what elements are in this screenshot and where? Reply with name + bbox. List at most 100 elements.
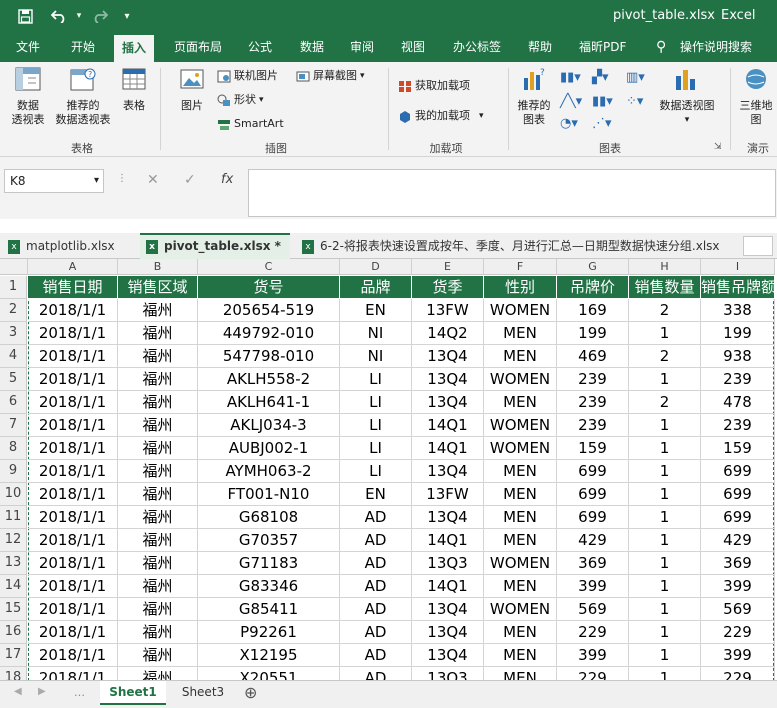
table-cell[interactable]: 569 <box>701 598 775 621</box>
table-cell[interactable]: 1 <box>629 460 701 483</box>
table-cell[interactable]: 2018/1/1 <box>28 368 118 391</box>
header-cell[interactable]: 品牌 <box>340 276 412 299</box>
table-cell[interactable]: 699 <box>701 506 775 529</box>
row-header[interactable]: 5 <box>0 368 27 391</box>
table-cell[interactable]: 399 <box>701 575 775 598</box>
table-cell[interactable]: MEN <box>484 575 557 598</box>
header-cell[interactable]: 销售吊牌额 <box>701 276 775 299</box>
table-cell[interactable]: MEN <box>484 644 557 667</box>
table-cell[interactable]: WOMEN <box>484 598 557 621</box>
get-addins-button[interactable]: 获取加载项 <box>398 78 470 94</box>
tab-data[interactable]: 数据 <box>296 32 328 62</box>
doc-tab-6-2[interactable]: x 6-2-将报表快速设置成按年、季度、月进行汇总—日期型数据快速分组.xlsx <box>298 233 738 259</box>
table-cell[interactable]: 福州 <box>118 322 198 345</box>
table-cell[interactable]: 199 <box>701 322 775 345</box>
header-cell[interactable]: 销售区域 <box>118 276 198 299</box>
dialog-launcher-icon[interactable]: ⇲ <box>714 142 722 152</box>
table-cell[interactable]: 2018/1/1 <box>28 667 118 680</box>
column-header-d[interactable]: D <box>340 259 412 275</box>
table-cell[interactable]: 469 <box>557 345 629 368</box>
table-cell[interactable]: 福州 <box>118 506 198 529</box>
add-sheet-icon[interactable]: ⊕ <box>244 683 257 702</box>
table-cell[interactable]: 福州 <box>118 391 198 414</box>
tab-formulas[interactable]: 公式 <box>244 32 276 62</box>
pictures-button[interactable]: 图片 <box>174 66 210 113</box>
table-cell[interactable]: 2 <box>629 391 701 414</box>
table-cell[interactable]: AD <box>340 552 412 575</box>
table-cell[interactable]: 169 <box>557 299 629 322</box>
table-cell[interactable]: G71183 <box>198 552 340 575</box>
table-cell[interactable]: WOMEN <box>484 437 557 460</box>
table-cell[interactable]: 399 <box>701 644 775 667</box>
table-cell[interactable]: NI <box>340 322 412 345</box>
table-cell[interactable]: 938 <box>701 345 775 368</box>
row-header[interactable]: 10 <box>0 483 27 506</box>
column-header-i[interactable]: I <box>701 259 775 275</box>
undo-icon[interactable] <box>46 6 72 26</box>
table-cell[interactable]: 2018/1/1 <box>28 345 118 368</box>
header-cell[interactable]: 货季 <box>412 276 484 299</box>
table-cell[interactable]: 449792-010 <box>198 322 340 345</box>
spreadsheet-grid[interactable]: A B C D E F G H I 1 2 3 4 5 6 7 8 9 10 11 12 13 14 15 16 17 18 销售日期… <box>0 259 777 680</box>
table-cell[interactable]: MEN <box>484 621 557 644</box>
lightbulb-icon[interactable]: ⚲ <box>652 32 670 62</box>
table-cell[interactable]: MEN <box>484 391 557 414</box>
table-cell[interactable]: 13Q4 <box>412 621 484 644</box>
table-cell[interactable]: 1 <box>629 483 701 506</box>
header-cell[interactable]: 吊牌价 <box>557 276 629 299</box>
table-cell[interactable]: 福州 <box>118 299 198 322</box>
table-cell[interactable]: 2 <box>629 345 701 368</box>
table-cell[interactable]: 2018/1/1 <box>28 644 118 667</box>
table-cell[interactable]: NI <box>340 345 412 368</box>
table-cell[interactable]: 14Q1 <box>412 529 484 552</box>
column-header-f[interactable]: F <box>484 259 557 275</box>
column-header-b[interactable]: B <box>118 259 198 275</box>
table-cell[interactable]: 1 <box>629 414 701 437</box>
table-button[interactable]: 表格 <box>116 66 152 113</box>
table-cell[interactable]: 547798-010 <box>198 345 340 368</box>
row-header[interactable]: 16 <box>0 621 27 644</box>
table-cell[interactable]: G68108 <box>198 506 340 529</box>
table-cell[interactable]: EN <box>340 299 412 322</box>
table-cell[interactable]: MEN <box>484 506 557 529</box>
smartart-button[interactable]: SmartArt <box>217 116 284 132</box>
table-cell[interactable]: 199 <box>557 322 629 345</box>
redo-icon[interactable] <box>88 6 112 26</box>
new-tab-box[interactable] <box>743 236 773 256</box>
doc-tab-matplotlib[interactable]: x matplotlib.xlsx <box>4 233 136 259</box>
table-cell[interactable]: FT001-N10 <box>198 483 340 506</box>
table-cell[interactable]: 13FW <box>412 483 484 506</box>
table-cell[interactable]: 399 <box>557 644 629 667</box>
table-cell[interactable]: 2018/1/1 <box>28 506 118 529</box>
table-cell[interactable]: 福州 <box>118 345 198 368</box>
scatter-chart-icon[interactable]: ⁘▾ <box>626 94 652 112</box>
table-cell[interactable]: 699 <box>557 483 629 506</box>
tab-view[interactable]: 视图 <box>397 32 429 62</box>
table-cell[interactable]: 13Q4 <box>412 598 484 621</box>
scroll-right-icon[interactable]: ▶ <box>38 686 46 697</box>
line-chart-icon[interactable]: ╱╲▾ <box>560 94 584 112</box>
name-box[interactable]: K8 ▾ <box>4 169 104 193</box>
table-cell[interactable]: 13Q3 <box>412 667 484 680</box>
table-cell[interactable]: 福州 <box>118 368 198 391</box>
column-header-a[interactable]: A <box>28 259 118 275</box>
table-cell[interactable]: 福州 <box>118 529 198 552</box>
row-header[interactable]: 12 <box>0 529 27 552</box>
table-cell[interactable]: MEN <box>484 460 557 483</box>
row-header[interactable]: 13 <box>0 552 27 575</box>
close-icon[interactable]: ✕ <box>289 239 290 253</box>
table-cell[interactable]: 2018/1/1 <box>28 460 118 483</box>
table-cell[interactable]: 福州 <box>118 598 198 621</box>
table-cell[interactable]: 429 <box>701 529 775 552</box>
table-cell[interactable]: AUBJ002-1 <box>198 437 340 460</box>
table-cell[interactable]: 福州 <box>118 460 198 483</box>
table-cell[interactable]: AD <box>340 644 412 667</box>
table-cell[interactable]: 福州 <box>118 437 198 460</box>
tab-office-tabs[interactable]: 办公标签 <box>449 32 505 62</box>
table-cell[interactable]: 1 <box>629 322 701 345</box>
tab-foxit-pdf[interactable]: 福昕PDF <box>575 32 630 62</box>
table-cell[interactable]: 699 <box>701 483 775 506</box>
row-header[interactable]: 4 <box>0 345 27 368</box>
table-cell[interactable]: 1 <box>629 575 701 598</box>
column-header-h[interactable]: H <box>629 259 701 275</box>
